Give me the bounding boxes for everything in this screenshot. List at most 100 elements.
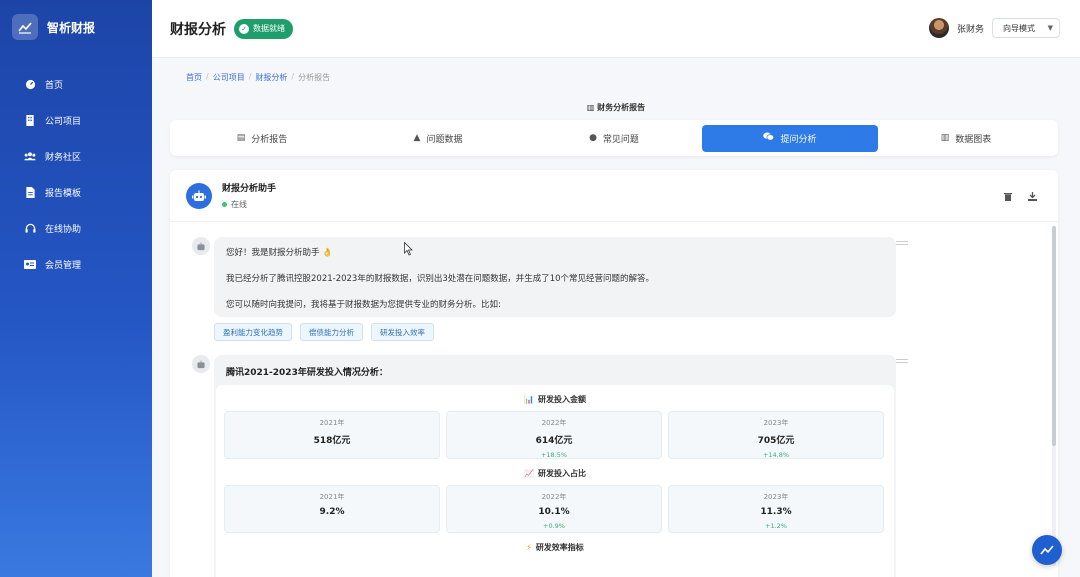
stat-value: 705亿元 xyxy=(757,436,795,446)
bar-chart-icon: 📊 xyxy=(524,394,534,404)
stat-year: 2023年 xyxy=(763,493,789,501)
user-area: 张财务 向导模式 ▼ xyxy=(928,18,1060,38)
sidebar-item-label: 首页 xyxy=(45,80,64,91)
stat-year: 2021年 xyxy=(319,493,345,501)
report-caption: ▥ 财务分析报告 xyxy=(152,102,1080,113)
bot-message-rd-analysis: 腾讯2021-2023年研发投入情况分析： 📊 研发投入金额 2021年 518… xyxy=(214,355,896,577)
tab-label: 提问分析 xyxy=(780,134,817,145)
tab-analysis-report[interactable]: ▤ 分析报告 xyxy=(174,125,350,152)
bot-message-intro: 您好！我是财报分析助手 👌 我已经分析了腾讯控股2021-2023年的财报数据，… xyxy=(214,237,896,317)
stat-value: 614亿元 xyxy=(535,436,573,446)
stat-value: 9.2% xyxy=(319,507,345,517)
stat-year: 2022年 xyxy=(541,419,567,427)
sidebar-item-label: 财务社区 xyxy=(45,152,82,163)
warning-icon: ▲ xyxy=(413,133,421,143)
mode-select[interactable]: 向导模式 ▼ xyxy=(992,18,1060,38)
check-circle-icon: ✓ xyxy=(239,23,249,34)
breadcrumb-projects[interactable]: 公司项目 xyxy=(213,72,245,83)
chat-panel: 财报分析助手 在线 您好！我是财报分析助手 👌 我已经分析了腾讯控股2021-2… xyxy=(170,170,1058,577)
rd-analysis-title: 腾讯2021-2023年研发投入情况分析： xyxy=(226,368,388,378)
sidebar-item-members[interactable]: 会员管理 xyxy=(0,246,152,282)
stat-value: 10.1% xyxy=(538,507,570,517)
status-text: 数据就绪 xyxy=(253,24,285,33)
bot-message-avatar xyxy=(192,355,210,373)
chat-actions xyxy=(990,190,1038,202)
stat-value: 518亿元 xyxy=(313,436,351,446)
tab-label: 分析报告 xyxy=(251,134,288,145)
rd-efficiency-heading: ⚡ 研发效率指标 xyxy=(224,541,886,553)
sidebar-item-templates[interactable]: 报告模板 xyxy=(0,174,152,210)
scroll-thumb[interactable] xyxy=(1052,226,1056,446)
stat-change: +14.8% xyxy=(762,451,790,459)
assistant-info: 财报分析助手 在线 xyxy=(222,181,276,210)
question-icon: ● xyxy=(589,133,597,143)
download-icon[interactable] xyxy=(1026,190,1038,202)
online-dot xyxy=(222,202,227,207)
tab-faq[interactable]: ● 常见问题 xyxy=(526,125,702,152)
stat-card: 2021年 9.2% xyxy=(224,485,440,533)
trash-icon[interactable] xyxy=(1002,190,1014,202)
robot-icon xyxy=(186,182,212,209)
tab-bar: ▤ 分析报告 ▲ 问题数据 ● 常见问题 提问分析 ▥ 数据图表 xyxy=(170,120,1058,156)
rd-amount-title: 研发投入金额 xyxy=(537,394,586,404)
stat-value: 11.3% xyxy=(760,507,792,517)
file-icon: ▤ xyxy=(236,133,246,143)
avatar[interactable] xyxy=(928,18,949,38)
document-icon xyxy=(24,186,36,198)
tab-data-charts[interactable]: ▥ 数据图表 xyxy=(878,125,1054,152)
breadcrumb-analysis[interactable]: 财报分析 xyxy=(255,72,287,83)
headset-icon xyxy=(24,222,36,234)
rd-ratio-heading: 📈 研发投入占比 xyxy=(224,467,886,479)
rd-amount-row: 2021年 518亿元 2022年 614亿元 +18.5% 2023年 705… xyxy=(224,411,886,459)
chart-icon: ▥ xyxy=(940,133,950,143)
breadcrumb-current: 分析报告 xyxy=(298,73,331,82)
chat-icon xyxy=(763,132,775,144)
rd-analysis-card: 📊 研发投入金额 2021年 518亿元 2022年 614亿元 +18.5% … xyxy=(216,385,894,577)
chevron-down-icon: ▼ xyxy=(1047,24,1053,32)
sidebar-nav: 首页 公司项目 财务社区 报告模板 在线协助 会员管理 xyxy=(0,66,152,282)
sidebar-item-projects[interactable]: 公司项目 xyxy=(0,102,152,138)
brand-title: 智析财报 xyxy=(47,20,96,35)
rd-ratio-title: 研发投入占比 xyxy=(537,468,586,478)
sidebar-item-label: 报告模板 xyxy=(45,188,82,199)
chat-header: 财报分析助手 在线 xyxy=(170,170,1058,222)
trend-chart-icon xyxy=(12,14,38,40)
sidebar-item-home[interactable]: 首页 xyxy=(0,66,152,102)
breadcrumb-separator: / xyxy=(206,72,209,81)
rd-efficiency-title: 研发效率指标 xyxy=(535,542,584,552)
tab-question-analysis[interactable]: 提问分析 xyxy=(702,124,878,152)
id-card-icon xyxy=(24,258,36,270)
user-name[interactable]: 张财务 xyxy=(957,22,984,35)
brand[interactable]: 智析财报 xyxy=(0,0,152,54)
assistant-fab-button[interactable] xyxy=(1032,535,1062,565)
online-status-text: 在线 xyxy=(231,200,247,209)
sidebar-item-label: 公司项目 xyxy=(45,116,82,127)
sidebar-item-community[interactable]: 财务社区 xyxy=(0,138,152,174)
stat-change: +1.2% xyxy=(765,522,787,530)
stat-year: 2021年 xyxy=(319,419,345,427)
message-handle xyxy=(896,241,908,245)
stat-change: +0.9% xyxy=(543,522,565,530)
bot-message-avatar xyxy=(192,237,210,255)
stat-card: 2022年 614亿元 +18.5% xyxy=(446,411,662,459)
stat-card: 2023年 705亿元 +14.8% xyxy=(668,411,884,459)
tab-problem-data[interactable]: ▲ 问题数据 xyxy=(350,125,526,152)
suggestion-chip[interactable]: 研发投入效率 xyxy=(371,323,434,341)
tab-label: 常见问题 xyxy=(602,134,639,145)
stat-card: 2021年 518亿元 xyxy=(224,411,440,459)
trend-chart-icon: 📈 xyxy=(524,468,534,478)
breadcrumb-separator: / xyxy=(291,72,295,81)
mouse-cursor-icon xyxy=(404,241,414,259)
report-caption-text: 财务分析报告 xyxy=(597,103,646,112)
suggestion-chips: 盈利能力变化趋势 偿债能力分析 研发投入效率 xyxy=(214,323,442,341)
suggestion-chip[interactable]: 偿债能力分析 xyxy=(300,323,363,341)
message-line: 我已经分析了腾讯控股2021-2023年的财报数据，识别出3处潜在问题数据，并生… xyxy=(226,274,655,284)
sidebar-item-support[interactable]: 在线协助 xyxy=(0,210,152,246)
bar-chart-icon: ▥ xyxy=(586,103,598,112)
status-badge: ✓ 数据就绪 xyxy=(234,18,293,39)
stat-year: 2023年 xyxy=(763,419,789,427)
breadcrumb-home[interactable]: 首页 xyxy=(186,72,202,83)
suggestion-chip[interactable]: 盈利能力变化趋势 xyxy=(214,323,292,341)
chat-scrollbar[interactable] xyxy=(1052,226,1056,566)
top-header: 财报分析 ✓ 数据就绪 张财务 向导模式 ▼ xyxy=(152,0,1080,58)
